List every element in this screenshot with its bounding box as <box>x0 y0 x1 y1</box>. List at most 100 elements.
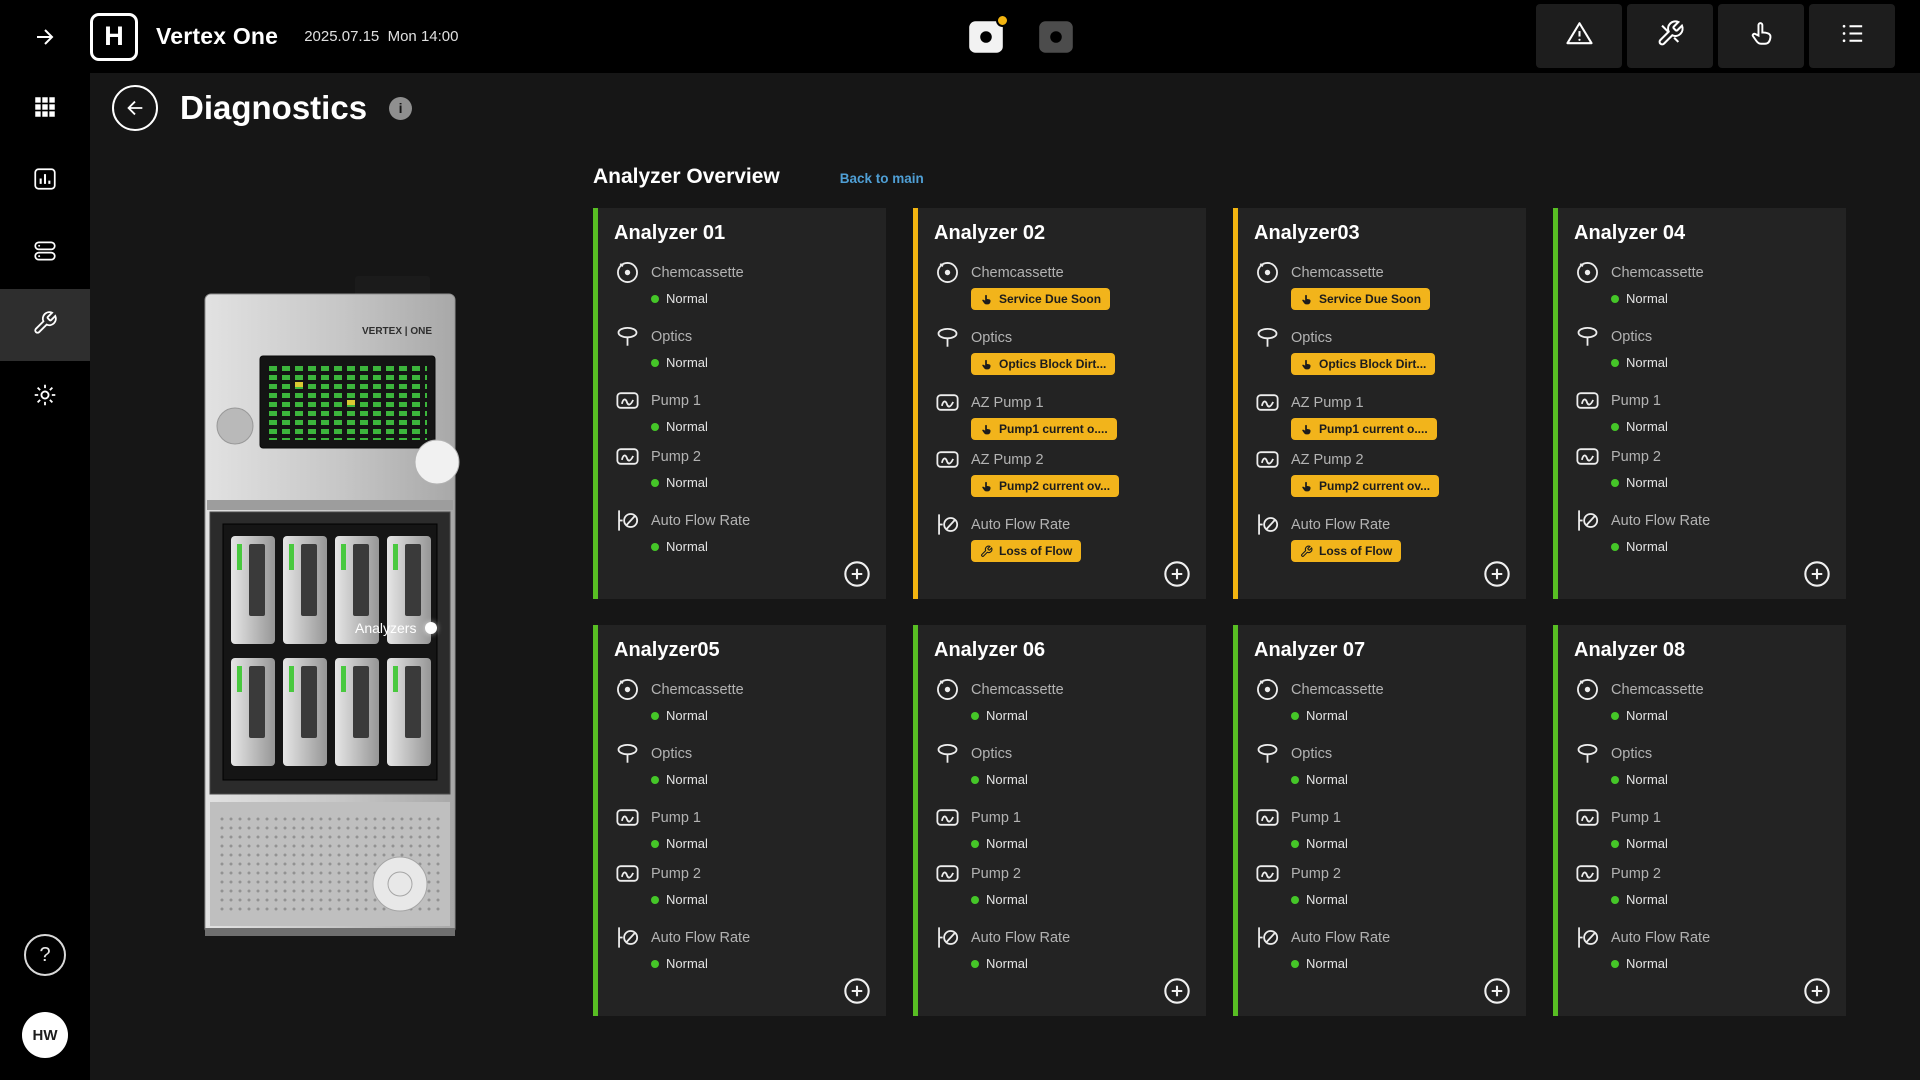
component-row: Pump 2 Normal <box>1254 859 1512 910</box>
component-list: Chemcassette Normal Optics Normal Pump 1… <box>614 258 872 557</box>
tools-button[interactable] <box>1627 4 1713 68</box>
expand-analyzer-button[interactable] <box>1163 977 1191 1005</box>
status-dot <box>1291 776 1299 784</box>
pump-icon <box>1574 804 1601 831</box>
hotspot-dot <box>425 622 437 634</box>
reports-icon <box>32 166 58 197</box>
component-row: Optics Optics Block Dirt... <box>934 323 1192 375</box>
component-label: Pump 1 <box>1611 393 1661 409</box>
sidebar-item-reports[interactable] <box>0 145 90 217</box>
optics-icon <box>1574 323 1601 350</box>
status-dot <box>1611 479 1619 487</box>
warning-text: Pump1 current o.... <box>999 422 1108 436</box>
component-row: Auto Flow Rate Normal <box>1574 923 1832 974</box>
status-dot <box>651 896 659 904</box>
top-bar: H Vertex One 2025.07.15 Mon 14:00 <box>0 0 1920 73</box>
alerts-icon <box>1565 19 1594 53</box>
status-text: Normal <box>666 539 708 554</box>
status-dot <box>1291 712 1299 720</box>
status-dot <box>651 295 659 303</box>
hand-icon <box>980 358 993 371</box>
service-button[interactable] <box>1718 4 1804 68</box>
back-to-main-link[interactable]: Back to main <box>840 171 924 186</box>
status-dot <box>651 840 659 848</box>
events-button[interactable] <box>1809 4 1895 68</box>
hand-icon <box>980 423 993 436</box>
sidebar-item-maintenance[interactable] <box>0 289 90 361</box>
component-row: Auto Flow Rate Normal <box>614 923 872 974</box>
component-status: Pump1 current o.... <box>971 418 1192 440</box>
status-text: Normal <box>986 892 1028 907</box>
status-text: Normal <box>666 772 708 787</box>
analyzers-hotspot[interactable]: Analyzers <box>355 620 437 636</box>
component-row: Chemcassette Normal <box>614 258 872 309</box>
component-label: AZ Pump 2 <box>971 452 1044 468</box>
hand-icon <box>980 480 993 493</box>
expand-analyzer-button[interactable] <box>843 977 871 1005</box>
sidebar-item-analyzers[interactable] <box>0 217 90 289</box>
optics-icon <box>934 324 961 351</box>
alerts-button[interactable] <box>1536 4 1622 68</box>
sidebar-item-apps[interactable] <box>0 73 90 145</box>
expand-analyzer-button[interactable] <box>1483 560 1511 588</box>
status-text: Normal <box>1626 539 1668 554</box>
hand-icon <box>1300 423 1313 436</box>
component-label: Chemcassette <box>971 265 1064 281</box>
flow-icon <box>1574 507 1601 534</box>
component-status: Normal <box>1611 705 1832 726</box>
expand-arrow-icon[interactable] <box>0 25 90 49</box>
component-list: Chemcassette Normal Optics Normal Pump 1… <box>1574 675 1832 974</box>
notification-dot <box>996 14 1009 27</box>
help-button[interactable]: ? <box>24 934 66 976</box>
component-status: Normal <box>1291 769 1512 790</box>
status-text: Normal <box>1306 772 1348 787</box>
status-text: Normal <box>666 355 708 370</box>
component-status: Normal <box>971 705 1192 726</box>
component-label: Optics <box>1291 746 1332 762</box>
component-status: Normal <box>1611 889 1832 910</box>
avatar[interactable]: HW <box>22 1012 68 1058</box>
flow-icon <box>1254 511 1281 538</box>
expand-analyzer-button[interactable] <box>1163 560 1191 588</box>
status-text: Normal <box>666 419 708 434</box>
component-list: Chemcassette Normal Optics Normal Pump 1… <box>1574 258 1832 557</box>
status-dot <box>1291 960 1299 968</box>
component-label: Chemcassette <box>651 265 744 281</box>
status-text: Normal <box>1626 355 1668 370</box>
status-dot <box>1611 295 1619 303</box>
analyzer-name: Analyzer 04 <box>1574 222 1832 245</box>
component-status: Normal <box>1291 833 1512 854</box>
warning-text: Pump2 current ov... <box>999 479 1110 493</box>
expand-analyzer-button[interactable] <box>1803 560 1831 588</box>
warning-text: Optics Block Dirt... <box>999 357 1106 371</box>
chemcassette-secondary-icon[interactable] <box>1035 16 1077 58</box>
pump-icon <box>1254 860 1281 887</box>
component-status: Normal <box>1611 769 1832 790</box>
status-text: Normal <box>1626 708 1668 723</box>
component-status: Normal <box>1611 352 1832 373</box>
expand-analyzer-button[interactable] <box>1803 977 1831 1005</box>
component-label: Pump 2 <box>651 866 701 882</box>
component-row: Chemcassette Service Due Soon <box>934 258 1192 310</box>
component-status: Loss of Flow <box>971 540 1192 562</box>
status-text: Normal <box>666 892 708 907</box>
pump-icon <box>1574 387 1601 414</box>
warning-text: Optics Block Dirt... <box>1319 357 1426 371</box>
chemcassette-icon <box>1574 676 1601 703</box>
warning-text: Loss of Flow <box>1319 544 1392 558</box>
overview-title: Analyzer Overview <box>593 165 780 189</box>
expand-analyzer-button[interactable] <box>843 560 871 588</box>
sidebar-item-settings[interactable] <box>0 361 90 433</box>
component-row: Pump 1 Normal <box>614 386 872 437</box>
expand-analyzer-button[interactable] <box>1483 977 1511 1005</box>
component-list: Chemcassette Normal Optics Normal Pump 1… <box>934 675 1192 974</box>
component-row: Chemcassette Normal <box>614 675 872 726</box>
device-brand: VERTEX | ONE <box>362 326 432 337</box>
info-icon[interactable]: i <box>389 97 412 120</box>
component-row: Auto Flow Rate Loss of Flow <box>934 510 1192 562</box>
chemcassette-primary-icon[interactable] <box>965 16 1007 58</box>
warning-badge: Pump2 current ov... <box>971 475 1119 497</box>
status-text: Normal <box>1626 836 1668 851</box>
back-button[interactable] <box>112 85 158 131</box>
component-status: Normal <box>651 352 872 373</box>
